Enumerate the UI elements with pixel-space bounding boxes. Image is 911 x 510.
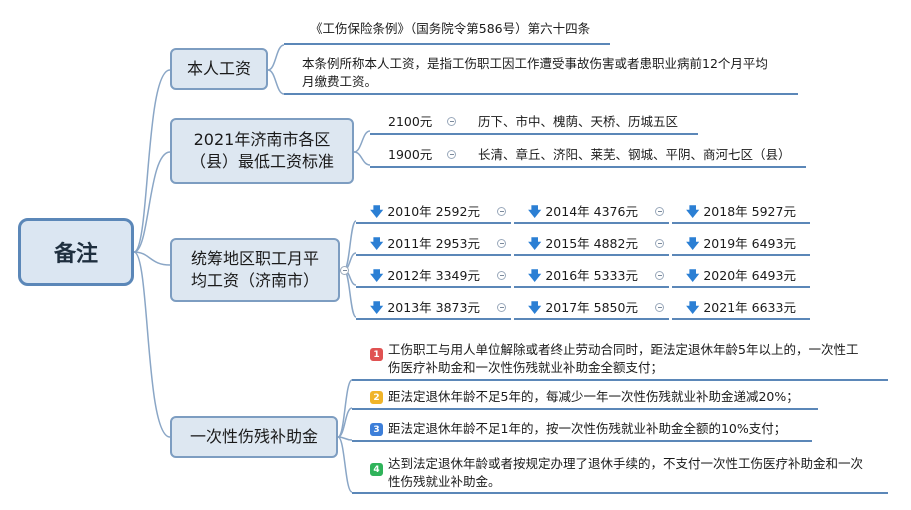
subsidy-item4-line2: 性伤残就业补助金。 (388, 474, 501, 489)
subsidy-item2-underline (352, 408, 818, 410)
root-label: 备注 (53, 242, 98, 267)
minwage-tier2-underline (370, 166, 806, 168)
branch-subsidy[interactable]: 一次性伤残补助金 (170, 416, 338, 458)
minwage-tier1-underline (370, 133, 698, 135)
collapse-toggle-icon[interactable] (655, 271, 664, 280)
avg-2011: 🡇 2011年 2953元 (370, 236, 480, 252)
branch-avgwage-label-line1: 统筹地区职工月平 (190, 249, 319, 268)
branch-avgwage[interactable]: 统筹地区职工月平 均工资（济南市） (170, 238, 340, 302)
collapse-toggle-icon[interactable] (497, 303, 506, 312)
avg-2020: 🡇 2020年 6493元 (686, 268, 796, 284)
avg-2021: 🡇 2021年 6633元 (686, 300, 796, 316)
avg-underline (356, 286, 511, 288)
wage-source-underline (284, 43, 610, 45)
avg-2015: 🡇 2015年 4882元 (528, 236, 638, 252)
avg-underline (672, 286, 810, 288)
down-arrow-icon: 🡇 (686, 205, 700, 220)
avg-underline (514, 254, 669, 256)
down-arrow-icon: 🡇 (686, 301, 700, 316)
avg-2018: 🡇 2018年 5927元 (686, 204, 796, 220)
collapse-toggle-icon[interactable] (497, 239, 506, 248)
avg-underline (672, 318, 810, 320)
minwage-tier1-areas: 历下、市中、槐荫、天桥、历城五区 (478, 114, 679, 129)
branch-wage-label: 本人工资 (186, 59, 251, 78)
down-arrow-icon: 🡇 (370, 237, 384, 252)
branch-minwage-label-line1: 2021年济南市各区 (193, 130, 331, 149)
subsidy-item4-line1: 达到法定退休年龄或者按规定办理了退休手续的，不支付一次性工伤医疗补助金和一次 (388, 456, 864, 471)
subsidy-item3-line1: 距法定退休年龄不足1年的，按一次性伤残就业补助金全额的10%支付； (388, 421, 787, 436)
subsidy-item3-underline (352, 440, 812, 442)
avg-2013: 🡇 2013年 3873元 (370, 300, 480, 316)
badge-3-icon: 3 (370, 423, 383, 436)
branch-minwage[interactable]: 2021年济南市各区 （县）最低工资标准 (170, 118, 354, 184)
down-arrow-icon: 🡇 (686, 269, 700, 284)
badge-1-icon: 1 (370, 348, 383, 361)
collapse-toggle-icon[interactable] (655, 207, 664, 216)
down-arrow-icon: 🡇 (528, 269, 542, 284)
subsidy-item1-line1: 工伤职工与用人单位解除或者终止劳动合同时，距法定退休年龄5年以上的，一次性工 (388, 342, 859, 357)
avg-underline (356, 318, 511, 320)
down-arrow-icon: 🡇 (528, 301, 542, 316)
avg-underline (514, 318, 669, 320)
subsidy-item4-underline (352, 492, 888, 494)
wage-definition-line1: 本条例所称本人工资，是指工伤职工因工作遭受事故伤害或者患职业病前12个月平均 (302, 56, 768, 71)
minwage-tier1-amount: 2100元 (388, 114, 433, 129)
collapse-toggle-icon[interactable] (655, 239, 664, 248)
avg-underline (356, 222, 511, 224)
root-node[interactable]: 备注 (18, 218, 134, 286)
avg-underline (514, 286, 669, 288)
branch-subsidy-label: 一次性伤残补助金 (189, 427, 318, 446)
branch-wage[interactable]: 本人工资 (170, 48, 268, 90)
down-arrow-icon: 🡇 (528, 237, 542, 252)
collapse-toggle-icon[interactable] (447, 117, 456, 126)
subsidy-item1-line2: 伤医疗补助金和一次性伤残就业补助金全额支付； (388, 360, 664, 375)
wage-source: 《工伤保险条例》（国务院令第586号）第六十四条 (310, 21, 591, 36)
wage-definition-underline (284, 93, 798, 95)
badge-2-icon: 2 (370, 391, 383, 404)
collapse-toggle-icon[interactable] (497, 271, 506, 280)
avg-underline (672, 222, 810, 224)
avg-2012: 🡇 2012年 3349元 (370, 268, 480, 284)
down-arrow-icon: 🡇 (370, 301, 384, 316)
branch-minwage-label-line2: （县）最低工资标准 (189, 152, 334, 171)
avg-2019: 🡇 2019年 6493元 (686, 236, 796, 252)
avg-2016: 🡇 2016年 5333元 (528, 268, 638, 284)
avg-2014: 🡇 2014年 4376元 (528, 204, 638, 220)
badge-4-icon: 4 (370, 463, 383, 476)
down-arrow-icon: 🡇 (370, 269, 384, 284)
minwage-tier2-areas: 长清、章丘、济阳、莱芜、钢城、平阴、商河七区（县） (478, 147, 791, 162)
avg-2017: 🡇 2017年 5850元 (528, 300, 638, 316)
avg-2010: 🡇 2010年 2592元 (370, 204, 480, 220)
wage-definition-line2: 月缴费工资。 (302, 74, 378, 89)
minwage-tier2-amount: 1900元 (388, 147, 433, 162)
avg-underline (672, 254, 810, 256)
down-arrow-icon: 🡇 (686, 237, 700, 252)
down-arrow-icon: 🡇 (528, 205, 542, 220)
avg-underline (514, 222, 669, 224)
subsidy-item2-line1: 距法定退休年龄不足5年的，每减少一年一次性伤残就业补助金递减20%； (388, 389, 799, 404)
collapse-toggle-icon[interactable] (447, 150, 456, 159)
branch-avgwage-label-line2: 均工资（济南市） (190, 271, 319, 290)
collapse-toggle-icon[interactable] (655, 303, 664, 312)
collapse-toggle-icon[interactable] (340, 266, 349, 275)
subsidy-item1-underline (352, 379, 888, 381)
down-arrow-icon: 🡇 (370, 205, 384, 220)
collapse-toggle-icon[interactable] (497, 207, 506, 216)
avg-underline (356, 254, 511, 256)
